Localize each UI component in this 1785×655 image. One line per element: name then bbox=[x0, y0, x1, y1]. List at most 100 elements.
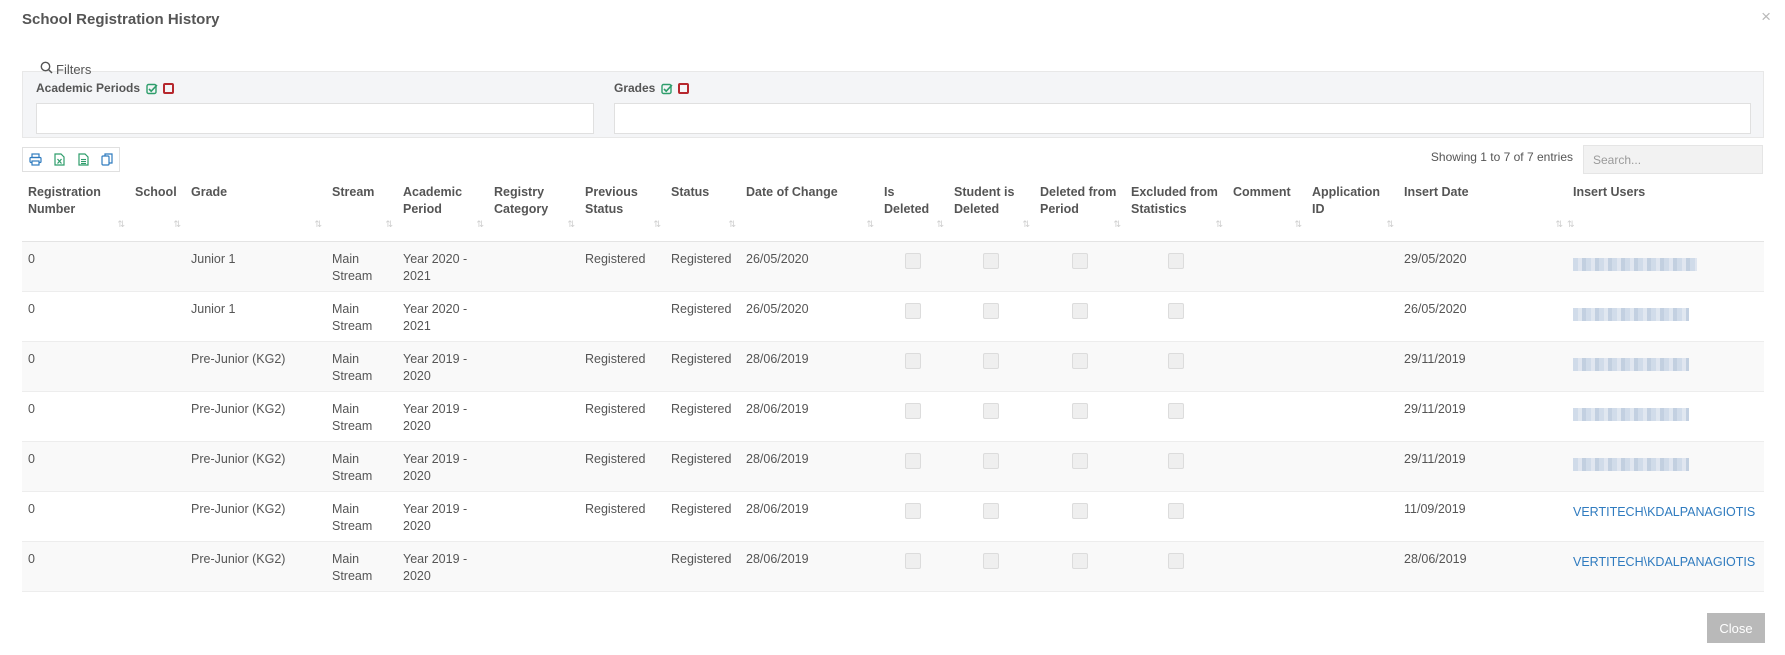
is-deleted-checkbox bbox=[905, 352, 921, 369]
cell-registration-number: 0 bbox=[22, 391, 129, 442]
close-button[interactable]: Close bbox=[1707, 613, 1765, 643]
cell-insert-date: 29/11/2019 bbox=[1398, 441, 1567, 492]
table-row[interactable]: 0 Pre-Junior (KG2) Main Stream Year 2019 - … bbox=[22, 441, 1764, 492]
cell-is-deleted bbox=[878, 391, 948, 442]
col-registry-category[interactable]: Registry Category ⇅ bbox=[488, 177, 579, 242]
cell-insert-date: 26/05/2020 bbox=[1398, 291, 1567, 342]
excluded-from-statistics-checkbox bbox=[1168, 352, 1184, 369]
col-deleted-from-period[interactable]: Deleted from Period ⇅ bbox=[1034, 177, 1125, 242]
table-row[interactable]: 0 Junior 1 Main Stream Year 2020 - 2021 Regi… bbox=[22, 241, 1764, 292]
cell-student-is-deleted bbox=[948, 541, 1034, 592]
insert-user-link[interactable]: VERTITECH\KDALPANAGIOTIS bbox=[1573, 505, 1755, 519]
cell-school bbox=[129, 491, 185, 542]
cell-comment bbox=[1227, 241, 1306, 292]
copy-icon[interactable] bbox=[95, 148, 119, 171]
redacted-user-link[interactable] bbox=[1573, 357, 1689, 371]
academic-periods-input[interactable] bbox=[36, 103, 594, 134]
cell-grade: Pre-Junior (KG2) bbox=[185, 341, 326, 392]
excluded-from-statistics-checkbox bbox=[1168, 452, 1184, 469]
sort-icon: ⇅ bbox=[653, 218, 660, 229]
cell-comment bbox=[1227, 491, 1306, 542]
is-deleted-checkbox bbox=[905, 302, 921, 319]
col-comment[interactable]: Comment ⇅ bbox=[1227, 177, 1306, 242]
table-row[interactable]: 0 Pre-Junior (KG2) Main Stream Year 2019 - … bbox=[22, 491, 1764, 542]
col-status[interactable]: Status ⇅ bbox=[665, 177, 740, 242]
cell-insert-date: 29/11/2019 bbox=[1398, 341, 1567, 392]
cell-comment bbox=[1227, 541, 1306, 592]
col-previous-status[interactable]: Previous Status ⇅ bbox=[579, 177, 665, 242]
academic-periods-filter: Academic Periods bbox=[36, 81, 594, 134]
sort-icon: ⇅ bbox=[728, 218, 735, 229]
cell-status: Registered bbox=[665, 441, 740, 492]
table-search-input[interactable] bbox=[1583, 145, 1763, 174]
cell-status: Registered bbox=[665, 541, 740, 592]
sort-icon: ⇅ bbox=[173, 218, 180, 229]
table-row[interactable]: 0 Junior 1 Main Stream Year 2020 - 2021 Regi… bbox=[22, 291, 1764, 342]
deleted-from-period-checkbox bbox=[1071, 302, 1088, 319]
excel-icon[interactable] bbox=[47, 148, 71, 171]
cell-stream: Main Stream bbox=[326, 441, 397, 492]
cell-previous-status bbox=[579, 291, 665, 342]
is-deleted-checkbox bbox=[905, 252, 921, 269]
print-icon[interactable] bbox=[23, 148, 47, 171]
select-all-icon[interactable] bbox=[661, 83, 673, 94]
cell-student-is-deleted bbox=[948, 291, 1034, 342]
select-all-icon[interactable] bbox=[146, 83, 158, 94]
cell-comment bbox=[1227, 441, 1306, 492]
cell-registry-category bbox=[488, 241, 579, 292]
table-row[interactable]: 0 Pre-Junior (KG2) Main Stream Year 2019 - … bbox=[22, 341, 1764, 392]
student-is-deleted-checkbox bbox=[983, 452, 999, 469]
sort-icon: ⇅ bbox=[866, 218, 873, 229]
col-stream[interactable]: Stream ⇅ bbox=[326, 177, 397, 242]
col-application-id[interactable]: Application ID ⇅ bbox=[1306, 177, 1398, 242]
cell-status: Registered bbox=[665, 491, 740, 542]
col-insert-users[interactable]: Insert Users ⇅ bbox=[1567, 177, 1764, 242]
deleted-from-period-checkbox bbox=[1071, 402, 1088, 419]
redacted-user-link[interactable] bbox=[1573, 257, 1697, 271]
close-icon[interactable]: × bbox=[1761, 8, 1771, 25]
cell-date-of-change: 26/05/2020 bbox=[740, 291, 878, 342]
student-is-deleted-checkbox bbox=[983, 502, 999, 519]
col-is-deleted[interactable]: Is Deleted ⇅ bbox=[878, 177, 948, 242]
col-academic-period[interactable]: Academic Period ⇅ bbox=[397, 177, 488, 242]
col-registration-number[interactable]: Registration Number ⇅ bbox=[22, 177, 129, 242]
col-date-of-change[interactable]: Date of Change ⇅ bbox=[740, 177, 878, 242]
redacted-user-link[interactable] bbox=[1573, 407, 1689, 421]
cell-grade: Pre-Junior (KG2) bbox=[185, 391, 326, 442]
cell-deleted-from-period bbox=[1034, 391, 1125, 442]
filters-heading: Filters bbox=[40, 61, 91, 77]
cell-insert-date: 11/09/2019 bbox=[1398, 491, 1567, 542]
insert-user-link[interactable]: VERTITECH\KDALPANAGIOTIS bbox=[1573, 555, 1755, 569]
cell-school bbox=[129, 541, 185, 592]
cell-application-id bbox=[1306, 241, 1398, 292]
clear-all-icon[interactable] bbox=[163, 82, 175, 94]
cell-status: Registered bbox=[665, 341, 740, 392]
col-excluded-from-statistics[interactable]: Excluded from Statistics ⇅ bbox=[1125, 177, 1227, 242]
grades-input[interactable] bbox=[614, 103, 1751, 134]
cell-insert-date: 29/05/2020 bbox=[1398, 241, 1567, 292]
cell-is-deleted bbox=[878, 541, 948, 592]
cell-excluded-from-statistics bbox=[1125, 541, 1227, 592]
col-student-is-deleted[interactable]: Student is Deleted ⇅ bbox=[948, 177, 1034, 242]
cell-student-is-deleted bbox=[948, 491, 1034, 542]
cell-grade: Pre-Junior (KG2) bbox=[185, 441, 326, 492]
csv-icon[interactable] bbox=[71, 148, 95, 171]
cell-stream: Main Stream bbox=[326, 541, 397, 592]
cell-stream: Main Stream bbox=[326, 491, 397, 542]
col-grade[interactable]: Grade ⇅ bbox=[185, 177, 326, 242]
col-school[interactable]: School ⇅ bbox=[129, 177, 185, 242]
redacted-user-link[interactable] bbox=[1573, 307, 1689, 321]
cell-comment bbox=[1227, 291, 1306, 342]
filters-label: Filters bbox=[56, 61, 92, 77]
table-row[interactable]: 0 Pre-Junior (KG2) Main Stream Year 2019 - … bbox=[22, 541, 1764, 592]
student-is-deleted-checkbox bbox=[983, 402, 999, 419]
cell-previous-status: Registered bbox=[579, 241, 665, 292]
deleted-from-period-checkbox bbox=[1071, 352, 1088, 369]
redacted-user-link[interactable] bbox=[1573, 457, 1689, 471]
clear-all-icon[interactable] bbox=[678, 82, 690, 94]
cell-previous-status: Registered bbox=[579, 341, 665, 392]
table-row[interactable]: 0 Pre-Junior (KG2) Main Stream Year 2019 - … bbox=[22, 391, 1764, 442]
excluded-from-statistics-checkbox bbox=[1168, 252, 1184, 269]
col-insert-date[interactable]: Insert Date ⇅ bbox=[1398, 177, 1567, 242]
cell-deleted-from-period bbox=[1034, 241, 1125, 292]
